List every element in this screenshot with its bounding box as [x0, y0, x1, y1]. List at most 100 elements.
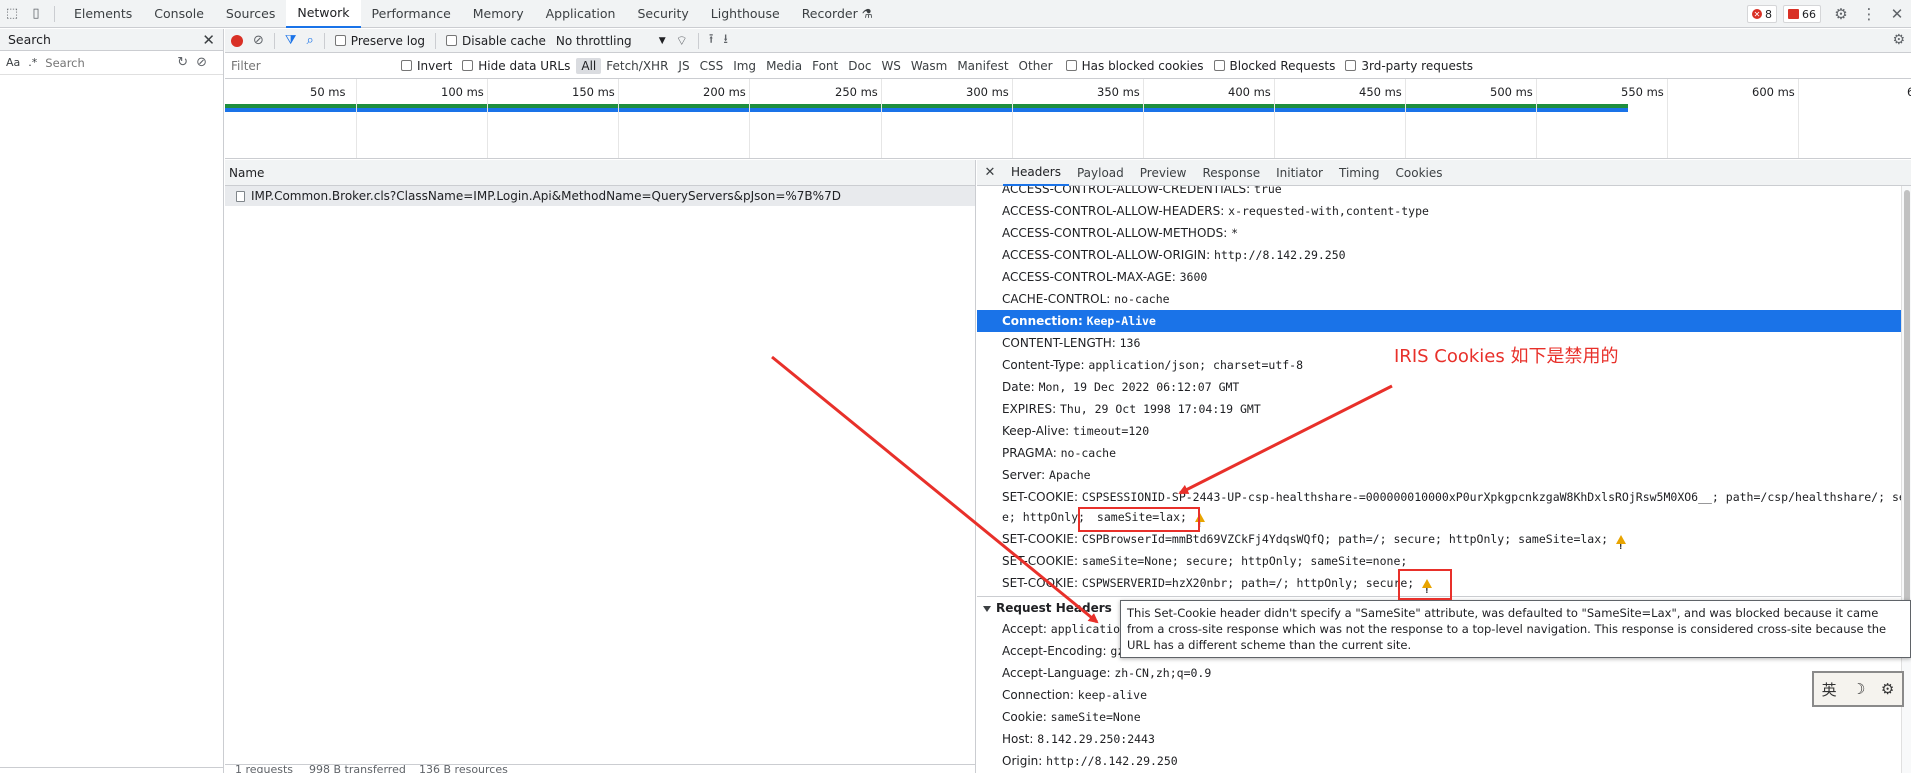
more-vertical-icon[interactable]: ⋮ [1855, 5, 1883, 23]
type-filter-manifest[interactable]: Manifest [952, 58, 1013, 74]
third-party-checkbox[interactable]: 3rd-party requests [1345, 59, 1473, 73]
header-row[interactable]: Content-Type: application/json; charset=… [977, 354, 1901, 376]
disable-cache-checkbox[interactable]: Disable cache [446, 34, 546, 48]
type-filter-wasm[interactable]: Wasm [906, 58, 952, 74]
ime-toolbar[interactable]: 英 ☽ ⚙ [1812, 671, 1904, 707]
error-badge[interactable]: ✕ 8 [1747, 5, 1777, 23]
ime-language[interactable]: 英 [1822, 679, 1837, 700]
header-row[interactable]: CACHE-CONTROL: no-cache [977, 288, 1901, 310]
search-icon[interactable]: ⌕ [307, 33, 314, 48]
has-blocked-cookies-checkbox[interactable]: Has blocked cookies [1065, 59, 1204, 73]
type-filter-fetch-xhr[interactable]: Fetch/XHR [601, 58, 673, 74]
tab-memory[interactable]: Memory [462, 0, 535, 28]
checkbox[interactable] [401, 60, 412, 71]
warning-badge[interactable]: 66 [1783, 5, 1821, 23]
header-row[interactable]: ACCESS-CONTROL-ALLOW-ORIGIN: http://8.14… [977, 244, 1901, 266]
filter-input[interactable] [231, 55, 401, 76]
header-row[interactable]: ACCESS-CONTROL-ALLOW-HEADERS: x-requeste… [977, 200, 1901, 222]
regex-button[interactable]: .* [28, 56, 37, 69]
overview-timeline[interactable]: 50 ms 100 ms 150 ms 200 ms 250 ms 300 ms 350 m… [225, 79, 1911, 159]
tab-console[interactable]: Console [143, 0, 215, 28]
checkbox[interactable] [1065, 60, 1077, 71]
close-details-icon[interactable]: ✕ [977, 165, 1003, 180]
tab-security[interactable]: Security [626, 0, 699, 28]
record-button[interactable] [231, 34, 243, 47]
request-header-row[interactable]: Cookie: sameSite=None [977, 706, 1901, 728]
warning-icon[interactable] [1422, 579, 1433, 602]
moon-icon[interactable]: ☽ [1852, 680, 1865, 698]
hide-data-urls-checkbox[interactable]: Hide data URLs [462, 59, 570, 73]
set-cookie-row[interactable]: SET-COOKIE: CSPBrowserId=mmBtd69VZCkFj4Y… [977, 528, 1901, 558]
tab-lighthouse[interactable]: Lighthouse [700, 0, 791, 28]
network-settings-icon[interactable]: ⚙ [1892, 32, 1905, 48]
set-cookie-row[interactable]: SET-COOKIE: CSPSESSIONID-SP-2443-UP-csp-… [977, 486, 1901, 508]
header-row[interactable]: EXPIRES: Thu, 29 Oct 1998 17:04:19 GMT [977, 398, 1901, 420]
refresh-icon[interactable]: ↻ [177, 55, 188, 70]
request-header-row[interactable]: Origin: http://8.142.29.250 [977, 750, 1901, 772]
tab-application[interactable]: Application [535, 0, 627, 28]
tab-response[interactable]: Response [1194, 160, 1268, 186]
inspect-element-icon[interactable]: ⬚ [0, 0, 24, 28]
type-filter-font[interactable]: Font [807, 58, 843, 74]
checkbox[interactable] [1213, 60, 1225, 71]
header-row[interactable]: CONTENT-LENGTH: 136 [977, 332, 1901, 354]
header-row[interactable]: ACCESS-CONTROL-MAX-AGE: 3600 [977, 266, 1901, 288]
scrollbar-thumb[interactable] [1904, 190, 1910, 630]
column-header-name[interactable]: Name [225, 160, 975, 186]
match-case-button[interactable]: Aa [6, 56, 20, 69]
header-row[interactable]: Keep-Alive: timeout=120 [977, 420, 1901, 442]
type-filter-ws[interactable]: WS [876, 58, 905, 74]
close-search-icon[interactable]: ✕ [202, 31, 215, 49]
warning-icon[interactable] [1616, 535, 1627, 558]
tab-payload[interactable]: Payload [1069, 160, 1132, 186]
tab-cookies[interactable]: Cookies [1388, 160, 1451, 186]
tab-initiator[interactable]: Initiator [1268, 160, 1331, 186]
tab-elements[interactable]: Elements [63, 0, 143, 28]
throttling-select[interactable]: No throttling ▼ [556, 34, 666, 48]
request-header-row[interactable]: Host: 8.142.29.250:2443 [977, 728, 1901, 750]
tab-headers[interactable]: Headers [1003, 160, 1069, 186]
tab-recorder[interactable]: Recorder ⚗ [791, 0, 884, 28]
network-conditions-icon[interactable]: ⌔ [676, 33, 688, 49]
clear-log-icon[interactable]: ⊘ [253, 33, 264, 48]
filter-icon[interactable]: ⧩ [285, 33, 297, 48]
tab-performance[interactable]: Performance [361, 0, 462, 28]
header-row[interactable]: ACCESS-CONTROL-ALLOW-METHODS: * [977, 222, 1901, 244]
tab-sources[interactable]: Sources [215, 0, 286, 28]
preserve-log-checkbox[interactable]: Preserve log [334, 34, 425, 48]
set-cookie-row[interactable]: SET-COOKIE: CSPWSERVERID=hzX20nbr; path=… [977, 572, 1901, 602]
checkbox[interactable] [334, 35, 346, 46]
export-har-icon[interactable]: ⭳ [723, 30, 728, 52]
checkbox[interactable] [1345, 60, 1357, 71]
tab-preview[interactable]: Preview [1132, 160, 1195, 186]
type-filter-media[interactable]: Media [761, 58, 807, 74]
type-filter-doc[interactable]: Doc [843, 58, 876, 74]
warning-icon[interactable] [1194, 513, 1205, 536]
header-row-selected[interactable]: Connection: Keep-Alive [977, 310, 1901, 332]
import-har-icon[interactable]: ⭱ [709, 30, 714, 52]
device-toolbar-icon[interactable]: ▯ [24, 0, 48, 28]
checkbox[interactable] [446, 35, 458, 46]
header-row[interactable]: ACCESS-CONTROL-ALLOW-CREDENTIALS: true [977, 186, 1901, 200]
header-row[interactable]: PRAGMA: no-cache [977, 442, 1901, 464]
tab-timing[interactable]: Timing [1331, 160, 1388, 186]
type-filter-all[interactable]: All [576, 57, 602, 74]
header-row[interactable]: Date: Mon, 19 Dec 2022 06:12:07 GMT [977, 376, 1901, 398]
type-filter-img[interactable]: Img [728, 58, 761, 74]
tab-network[interactable]: Network [286, 0, 361, 28]
invert-checkbox[interactable]: Invert [401, 59, 452, 73]
table-row[interactable]: IMP.Common.Broker.cls?ClassName=IMP.Logi… [225, 186, 975, 206]
type-filter-other[interactable]: Other [1014, 58, 1058, 74]
header-row[interactable]: Server: Apache [977, 464, 1901, 486]
clear-icon[interactable]: ⊘ [196, 55, 207, 70]
search-input[interactable] [45, 53, 170, 72]
request-header-row[interactable]: Accept-Language: zh-CN,zh;q=0.9 [977, 662, 1901, 684]
set-cookie-row[interactable]: SET-COOKIE: sameSite=None; secure; httpO… [977, 550, 1901, 572]
blocked-requests-checkbox[interactable]: Blocked Requests [1213, 59, 1335, 73]
request-header-row[interactable]: Connection: keep-alive [977, 684, 1901, 706]
checkbox[interactable] [462, 60, 474, 71]
close-icon[interactable]: ✕ [1883, 5, 1911, 23]
set-cookie-row-continued[interactable]: e; httpOnly; sameSite=lax; [977, 506, 1901, 536]
tools-icon[interactable]: ⚙ [1881, 680, 1894, 698]
type-filter-css[interactable]: CSS [695, 58, 729, 74]
